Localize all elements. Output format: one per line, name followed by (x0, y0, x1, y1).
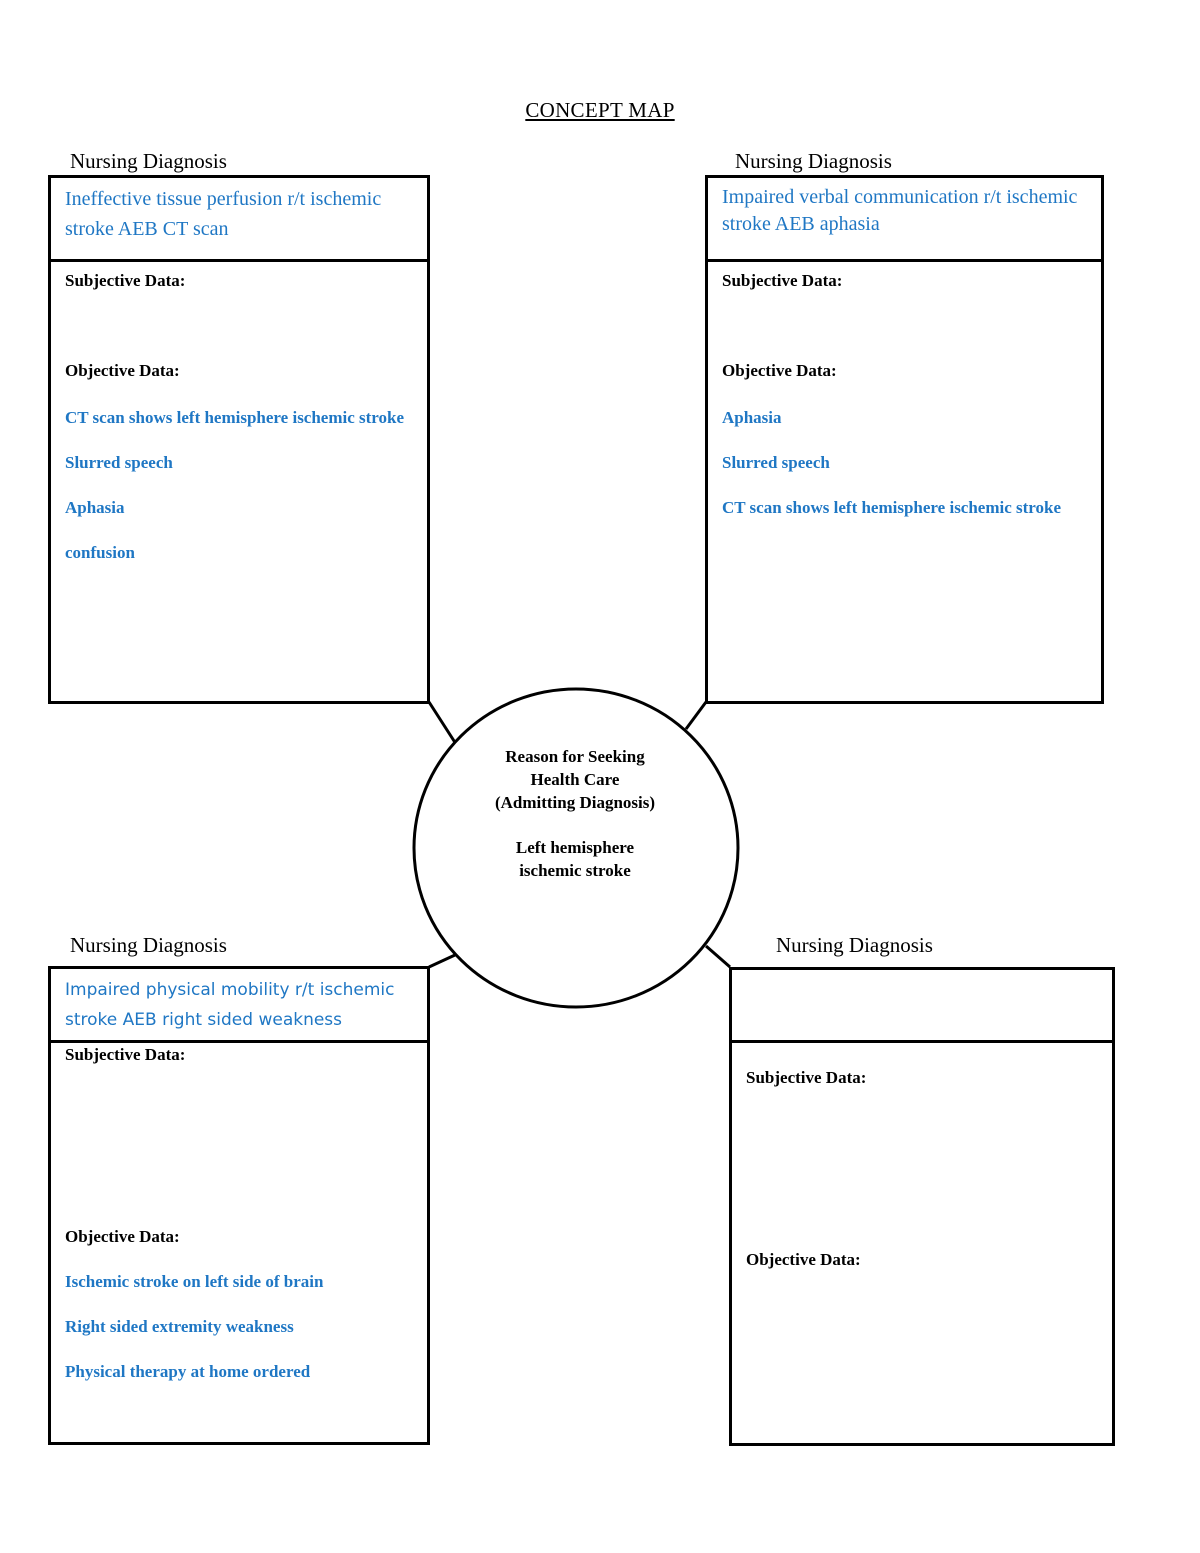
subjective-data-label: Subjective Data: (65, 271, 186, 290)
objective-item: Physical therapy at home ordered (65, 1362, 311, 1381)
nursing-diagnosis-box-3: Impaired physical mobility r/t ischemic … (48, 966, 430, 1445)
center-heading-line: Reason for Seeking (505, 747, 645, 766)
subjective-data-label: Subjective Data: (722, 271, 843, 290)
nursing-diagnosis-box-2: Impaired verbal communication r/t ischem… (705, 175, 1104, 704)
nursing-diagnosis-label-4: Nursing Diagnosis (776, 933, 933, 957)
diagnosis-statement[interactable]: Ineffective tissue perfusion r/t ischemi… (51, 178, 427, 262)
center-heading-line: Health Care (530, 770, 620, 789)
objective-data-list: Ischemic stroke on left side of brain Ri… (65, 1269, 413, 1404)
diagnosis-statement[interactable] (732, 970, 1112, 1043)
objective-item: CT scan shows left hemisphere ischemic s… (722, 498, 1062, 517)
nursing-diagnosis-label-3: Nursing Diagnosis (70, 933, 227, 957)
diagnosis-statement[interactable]: Impaired physical mobility r/t ischemic … (51, 969, 427, 1043)
objective-item: confusion (65, 543, 135, 562)
objective-item: Ischemic stroke on left side of brain (65, 1272, 324, 1291)
objective-data-label: Objective Data: (65, 361, 180, 380)
center-heading-line: (Admitting Diagnosis) (494, 793, 656, 812)
subjective-data-label: Subjective Data: (746, 1068, 867, 1087)
connector-bottom-left (428, 953, 456, 969)
objective-data-label: Objective Data: (722, 361, 837, 380)
diagnosis-statement[interactable]: Impaired verbal communication r/t ischem… (708, 178, 1101, 262)
connector-top-right (684, 701, 708, 730)
objective-item: CT scan shows left hemisphere ischemic s… (65, 408, 405, 427)
center-diagnosis-line: ischemic stroke (519, 861, 631, 880)
nursing-diagnosis-label-1: Nursing Diagnosis (70, 149, 227, 173)
objective-item: Right sided extremity weakness (65, 1317, 294, 1336)
connector-top-left (427, 701, 458, 745)
objective-item: Slurred speech (65, 453, 173, 472)
objective-data-list: Aphasia Slurred speech CT scan shows lef… (722, 405, 1087, 540)
admitting-diagnosis: Reason for Seeking Health Care (Admittin… (440, 745, 710, 882)
nursing-diagnosis-box-4: Subjective Data: Objective Data: (729, 967, 1115, 1446)
objective-data-list: CT scan shows left hemisphere ischemic s… (65, 405, 413, 585)
objective-data-label: Objective Data: (746, 1250, 861, 1269)
subjective-data-label: Subjective Data: (65, 1045, 186, 1064)
objective-data-label: Objective Data: (65, 1227, 180, 1246)
connector-bottom-right (705, 944, 731, 969)
objective-item: Aphasia (722, 408, 782, 427)
center-diagnosis-line: Left hemisphere (515, 838, 635, 857)
objective-item: Slurred speech (722, 453, 830, 472)
nursing-diagnosis-label-2: Nursing Diagnosis (735, 149, 892, 173)
nursing-diagnosis-box-1: Ineffective tissue perfusion r/t ischemi… (48, 175, 430, 704)
objective-item: Aphasia (65, 498, 125, 517)
